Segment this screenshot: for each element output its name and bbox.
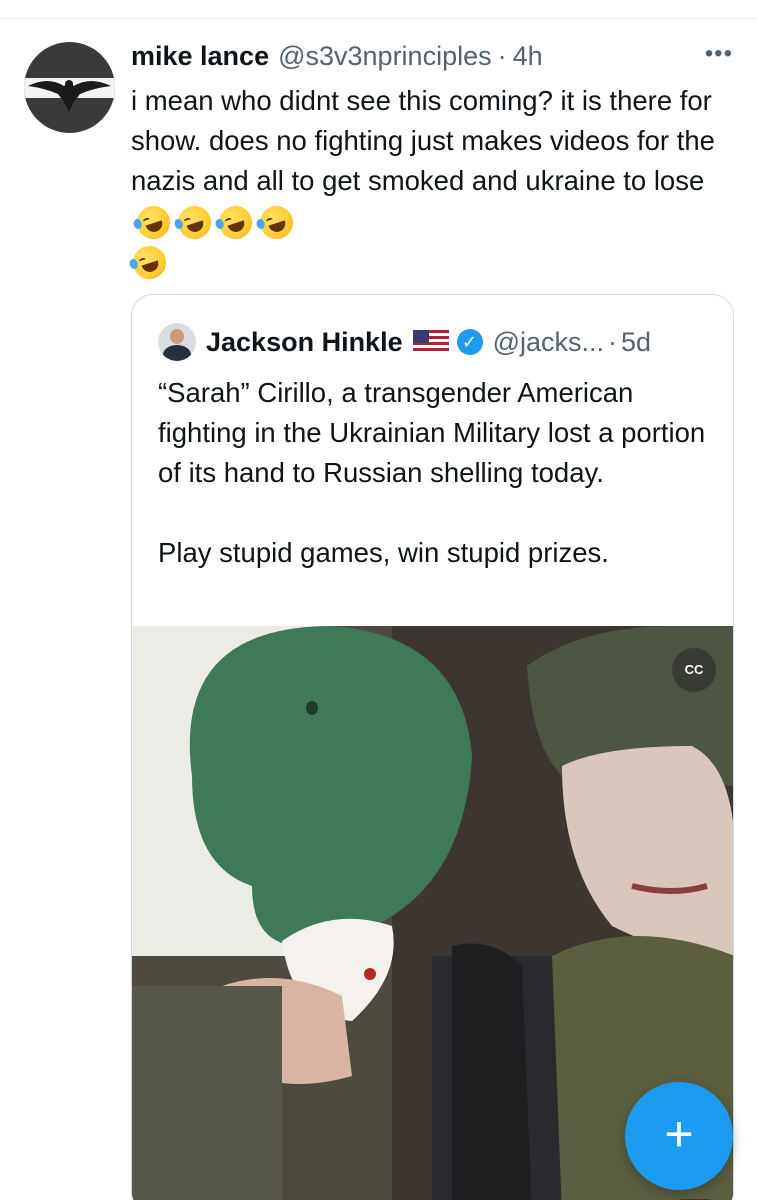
tweet-header: mike lance @s3v3nprinciples · 4h — [131, 41, 543, 73]
timestamp[interactable]: 4h — [513, 41, 543, 72]
tweet[interactable]: mike lance @s3v3nprinciples · 4h ••• i m… — [0, 19, 757, 1200]
eagle-icon — [28, 80, 111, 112]
author-name[interactable]: mike lance — [131, 41, 269, 72]
quote-avatar[interactable] — [158, 323, 196, 361]
emoji-row — [132, 201, 298, 244]
closed-captions-button[interactable]: CC — [672, 648, 716, 692]
separator-dot: · — [497, 41, 507, 71]
quote-author-handle[interactable]: @jacks... — [493, 327, 604, 358]
rolling-on-floor-laughing-icon — [173, 201, 216, 244]
quote-text: “Sarah” Cirillo, a transgender American … — [158, 377, 706, 568]
quoted-tweet[interactable]: Jackson Hinkle ✓ @jacks... · 5d “Sarah” … — [131, 294, 734, 1200]
rolling-on-floor-laughing-icon — [128, 241, 171, 284]
rolling-on-floor-laughing-icon — [214, 201, 257, 244]
us-flag-icon — [412, 330, 449, 354]
rolling-on-floor-laughing-icon — [132, 201, 175, 244]
verified-badge-icon: ✓ — [456, 329, 483, 355]
quote-author-name[interactable]: Jackson Hinkle — [206, 327, 403, 358]
more-options-icon[interactable]: ••• — [705, 42, 733, 66]
avatar[interactable] — [24, 42, 115, 133]
author-handle[interactable]: @s3v3nprinciples — [278, 41, 492, 72]
rolling-on-floor-laughing-icon — [255, 201, 298, 244]
quote-header: Jackson Hinkle ✓ @jacks... · 5d — [158, 323, 651, 361]
quote-separator-dot: · — [608, 326, 618, 357]
tweet-body: i mean who didnt see this coming? it is … — [131, 85, 715, 196]
quote-timestamp[interactable]: 5d — [621, 327, 651, 358]
compose-plus-icon[interactable]: + — [625, 1082, 733, 1190]
tweet-text: i mean who didnt see this coming? it is … — [128, 81, 731, 284]
